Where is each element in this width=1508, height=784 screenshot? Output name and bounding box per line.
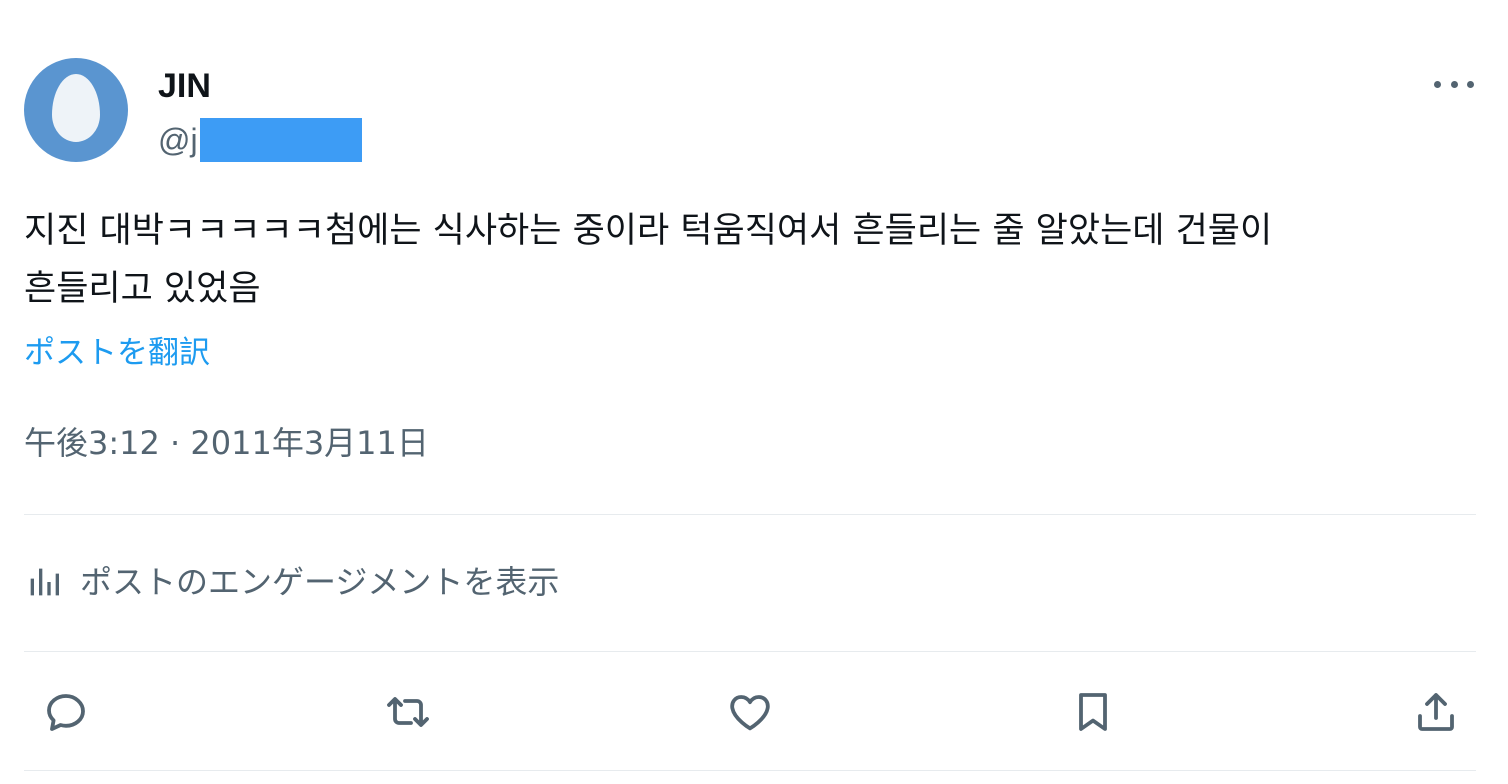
more-dot-icon [1467,80,1474,88]
avatar[interactable] [24,58,128,162]
author-handle-row[interactable]: @j [158,118,362,162]
divider [24,514,1476,515]
action-bar [0,684,1508,740]
view-engagement-button[interactable]: ポストのエンゲージメントを表示 [24,556,559,608]
default-egg-avatar-icon [52,74,100,142]
analytics-icon [30,568,59,596]
translate-post-link[interactable]: ポストを翻訳 [24,332,210,374]
more-options-button[interactable] [1434,70,1474,98]
redaction-box [199,118,362,162]
reply-button[interactable] [38,684,94,740]
tweet-timestamp[interactable]: 午後3:12 · 2011年3月11日 [24,420,429,466]
more-dot-icon [1450,80,1458,88]
heart-icon [730,695,770,731]
divider [24,770,1476,771]
like-button[interactable] [722,684,778,740]
divider [24,651,1476,652]
bookmark-button[interactable] [1065,684,1121,740]
more-dot-icon [1434,80,1441,88]
author-handle[interactable]: @j [158,120,198,160]
reply-icon [47,694,85,731]
view-engagement-label: ポストのエンゲージメントを表示 [80,563,560,601]
retweet-button[interactable] [380,684,436,740]
share-button[interactable] [1408,684,1464,740]
author-display-name[interactable]: JIN [158,66,211,106]
tweet-text: 지진 대박ㅋㅋㅋㅋㅋ첨에는 식사하는 중이라 턱움직여서 흔들리는 줄 알았는데… [24,211,1273,309]
share-icon [1418,693,1454,731]
retweet-icon [387,697,429,727]
bookmark-icon [1079,693,1107,731]
